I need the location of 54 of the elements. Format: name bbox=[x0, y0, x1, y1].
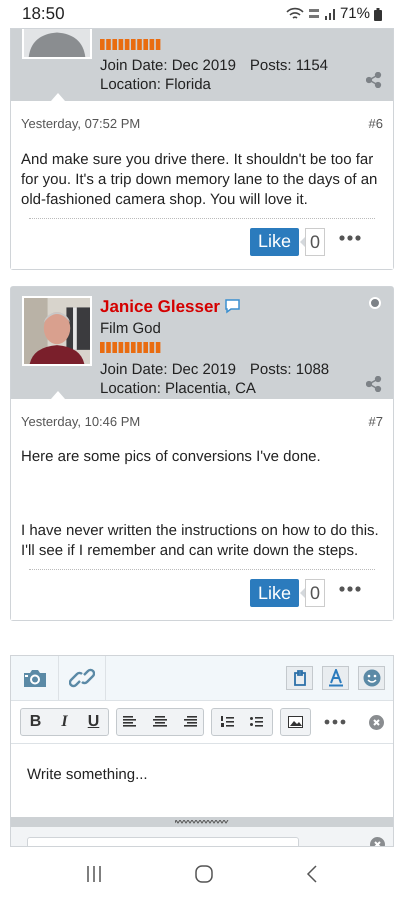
post-count: Posts: 1088 bbox=[250, 360, 330, 378]
align-left-icon[interactable] bbox=[123, 716, 137, 728]
more-icon[interactable] bbox=[324, 719, 346, 725]
rank-bar-icon bbox=[100, 38, 162, 50]
resize-handle[interactable] bbox=[11, 817, 393, 827]
username-link[interactable]: Janice Glesser bbox=[100, 294, 220, 320]
numbered-list-icon[interactable] bbox=[221, 716, 234, 728]
join-date: Join Date: Dec 2019 bbox=[100, 56, 236, 75]
post-time: Yesterday, 10:46 PM bbox=[21, 412, 140, 431]
share-icon[interactable] bbox=[366, 72, 382, 88]
recents-icon[interactable] bbox=[86, 865, 102, 883]
post-number[interactable]: #7 bbox=[368, 412, 383, 431]
battery-percent: 71% bbox=[340, 4, 370, 24]
close-icon[interactable] bbox=[369, 714, 384, 730]
format-button[interactable]: B bbox=[21, 709, 50, 735]
format-button[interactable]: U bbox=[79, 709, 108, 735]
like-count: 0 bbox=[304, 579, 325, 607]
post-time: Yesterday, 07:52 PM bbox=[21, 115, 140, 133]
wifi-icon bbox=[286, 7, 304, 21]
user-location: Location: Florida bbox=[100, 75, 212, 94]
post-count: Posts: 1154 bbox=[250, 56, 328, 75]
message-input[interactable]: Write something... bbox=[11, 744, 393, 817]
signal-icon bbox=[324, 8, 336, 20]
like-button[interactable]: Like bbox=[250, 228, 299, 256]
more-icon[interactable] bbox=[339, 234, 361, 240]
rank-bar-icon bbox=[100, 342, 162, 353]
like-count: 0 bbox=[304, 228, 325, 256]
link-icon[interactable] bbox=[69, 667, 95, 689]
text-color-icon[interactable] bbox=[322, 666, 349, 690]
arrow-icon bbox=[300, 588, 305, 598]
like-button[interactable]: Like bbox=[250, 579, 299, 607]
format-button[interactable]: I bbox=[50, 709, 79, 735]
align-center-icon[interactable] bbox=[153, 716, 167, 728]
back-icon[interactable] bbox=[306, 865, 318, 883]
join-date: Join Date: Dec 2019 bbox=[100, 360, 236, 378]
camera-icon[interactable] bbox=[22, 668, 48, 688]
speech-bubble-icon[interactable] bbox=[224, 299, 242, 314]
clipboard-icon[interactable] bbox=[286, 666, 313, 690]
more-icon[interactable] bbox=[339, 586, 361, 592]
user-title: Film God bbox=[100, 318, 162, 338]
post-text: Here are some pics of conversions I've done. bbox=[21, 447, 322, 467]
post-number[interactable]: #6 bbox=[368, 114, 383, 134]
status-time: 18:50 bbox=[22, 3, 65, 26]
image-icon[interactable] bbox=[280, 708, 311, 736]
share-icon[interactable] bbox=[366, 376, 382, 392]
user-location: Location: Placentia, CA bbox=[100, 378, 257, 398]
post-text: I have never written the instructions on how to do this. I'll see if I remember and can write down the steps. bbox=[21, 521, 380, 561]
home-icon[interactable] bbox=[194, 865, 213, 883]
post-text: And make sure you drive there. It shouldn't be too far for you. It's a trip down memory lane to the days of an old-fashioned camera shop. You will love it. bbox=[21, 150, 378, 210]
arrow-icon bbox=[300, 236, 305, 246]
battery-icon bbox=[374, 8, 382, 20]
bullet-list-icon[interactable] bbox=[250, 716, 263, 728]
align-right-icon[interactable] bbox=[183, 716, 197, 728]
smiley-icon[interactable] bbox=[358, 666, 385, 690]
